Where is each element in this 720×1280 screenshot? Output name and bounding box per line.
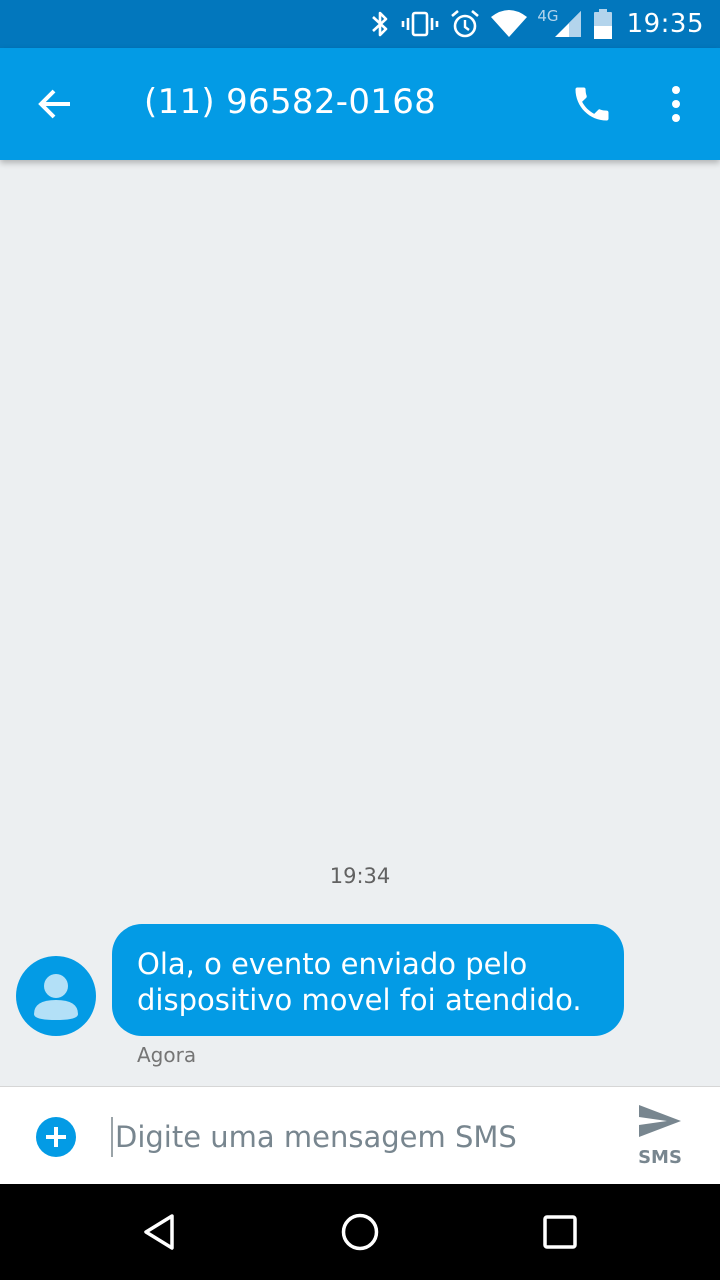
send-label: SMS: [638, 1147, 682, 1168]
more-vert-icon[interactable]: [660, 82, 692, 126]
back-triangle-icon[interactable]: [140, 1212, 180, 1252]
recents-square-icon[interactable]: [540, 1212, 580, 1252]
network-type-label: 4G: [537, 7, 559, 25]
vibrate-icon: [401, 9, 439, 39]
phone-icon[interactable]: [568, 82, 616, 126]
battery-icon: [593, 8, 613, 40]
message-text-line: dispositivo movel foi atendido.: [137, 983, 582, 1017]
message-timestamp: Agora: [137, 1043, 197, 1067]
back-arrow-icon[interactable]: [32, 84, 80, 124]
home-circle-icon[interactable]: [340, 1212, 380, 1252]
status-bar: 4G 19:35: [0, 0, 720, 48]
bluetooth-icon: [369, 9, 391, 39]
message-input[interactable]: Digite uma mensagem SMS: [111, 1117, 615, 1157]
conversation-title: (11) 96582-0168: [144, 82, 437, 122]
wifi-icon: [491, 9, 528, 39]
navigation-bar: [0, 1184, 720, 1280]
status-clock: 19:35: [626, 9, 704, 39]
message-composer: Digite uma mensagem SMS SMS: [0, 1086, 720, 1184]
alarm-icon: [449, 8, 481, 40]
send-button[interactable]: SMS: [630, 1101, 690, 1171]
send-icon: [639, 1105, 681, 1137]
message-bubble[interactable]: Ola, o evento enviado pelo dispositivo m…: [112, 924, 624, 1036]
add-attachment-button[interactable]: [36, 1117, 76, 1157]
person-icon: [34, 974, 78, 1020]
message-text-line: Ola, o evento enviado pelo: [137, 947, 528, 981]
message-thread[interactable]: 19:34 Ola, o evento enviado pelo disposi…: [0, 160, 720, 1086]
plus-icon: [46, 1127, 66, 1147]
time-separator: 19:34: [329, 864, 391, 888]
contact-avatar[interactable]: [16, 956, 96, 1036]
app-bar: (11) 96582-0168: [0, 48, 720, 160]
cell-signal-icon: 4G: [537, 7, 582, 39]
